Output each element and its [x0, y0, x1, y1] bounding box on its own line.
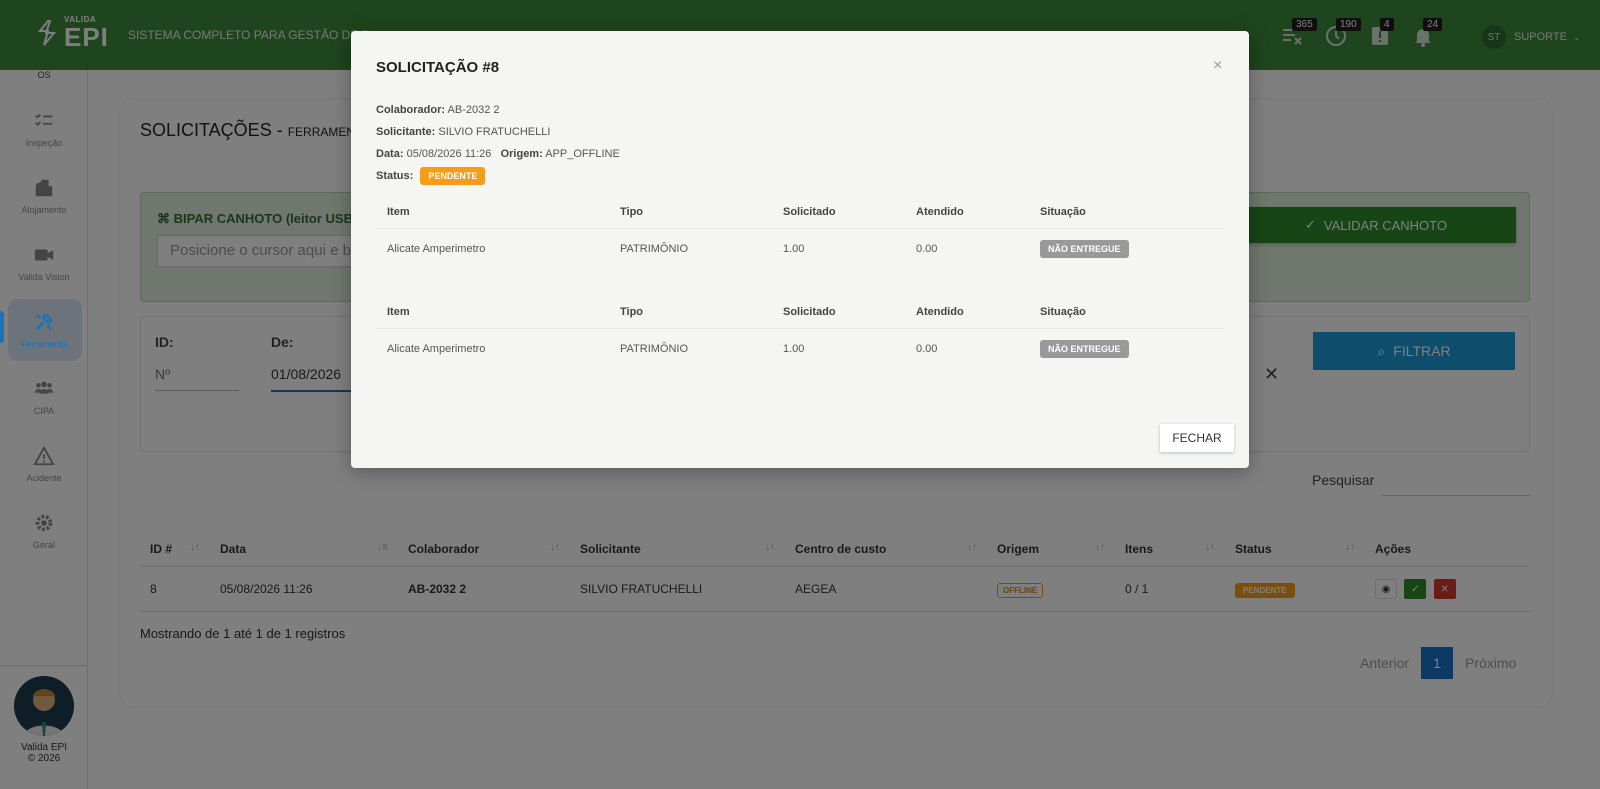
info-label: Colaborador: — [376, 104, 446, 116]
cell-solicitado: 1.00 — [772, 328, 905, 369]
items-table: Item Tipo Solicitado Atendido Situação A… — [376, 296, 1224, 369]
info-value: APP_OFFLINE — [545, 148, 620, 160]
items-table: Item Tipo Solicitado Atendido Situação A… — [376, 196, 1224, 269]
sidebar-item-label: CIPA — [33, 406, 55, 416]
cell-tipo: PATRIMÔNIO — [609, 228, 772, 269]
info-status: Status: PENDENTE — [376, 167, 486, 185]
col-header-tipo: Tipo — [620, 306, 644, 318]
info-label: Solicitante: — [376, 126, 436, 138]
users-group-icon — [34, 381, 54, 394]
situacao-badge: NÃO ENTREGUE — [1040, 340, 1129, 358]
cell-situacao: NÃO ENTREGUE — [1029, 228, 1224, 269]
cell-solicitado: 1.00 — [772, 228, 905, 269]
col-header-situacao: Situação — [1040, 206, 1086, 218]
col-header-situacao: Situação — [1040, 306, 1086, 318]
table-row: Alicate Amperimetro PATRIMÔNIO 1.00 0.00… — [376, 228, 1224, 269]
cell-item: Alicate Amperimetro — [376, 228, 609, 269]
building-icon — [35, 179, 53, 197]
warning-icon — [33, 445, 55, 466]
checklist-icon — [35, 113, 53, 126]
gear-icon — [35, 514, 53, 532]
cell-atendido: 0.00 — [905, 228, 1029, 269]
situacao-badge: NÃO ENTREGUE — [1040, 240, 1129, 258]
fechar-button[interactable]: FECHAR — [1160, 424, 1234, 452]
sidebar-item-label: Inspeção — [25, 138, 63, 148]
col-header-item: Item — [387, 206, 410, 218]
col-header-solicitado: Solicitado — [783, 306, 836, 318]
modal-title: SOLICITAÇÃO #8 — [376, 59, 500, 76]
sidebar-item-label: Geral — [32, 540, 55, 550]
sidebar-item-label: Valida Vision — [18, 272, 70, 282]
table-row: Alicate Amperimetro PATRIMÔNIO 1.00 0.00… — [376, 328, 1224, 369]
info-data-origem: Data: 05/08/2026 11:26 Origem: APP_OFFLI… — [376, 148, 620, 160]
sidebar-item-label: Ferramenta — [20, 339, 68, 349]
active-indicator — [0, 311, 4, 343]
col-header-solicitado: Solicitado — [783, 206, 836, 218]
cell-item: Alicate Amperimetro — [376, 328, 609, 369]
col-header-atendido: Atendido — [916, 206, 964, 218]
info-label: Data: — [376, 148, 404, 160]
tools-icon — [35, 313, 53, 331]
cell-atendido: 0.00 — [905, 328, 1029, 369]
video-camera-icon — [34, 249, 54, 261]
info-value: 05/08/2026 11:26 — [406, 148, 492, 160]
solicitacao-modal: SOLICITAÇÃO #8 × Colaborador: AB-2032 2 … — [351, 31, 1249, 468]
col-header-item: Item — [387, 306, 410, 318]
cell-situacao: NÃO ENTREGUE — [1029, 328, 1224, 369]
info-colaborador: Colaborador: AB-2032 2 — [376, 104, 500, 116]
col-header-tipo: Tipo — [620, 206, 644, 218]
col-header-atendido: Atendido — [916, 306, 964, 318]
sidebar-item-label: Acidente — [26, 473, 62, 483]
info-label: Status: — [376, 170, 414, 182]
sidebar-item-label: Alojamento — [21, 205, 67, 215]
cell-tipo: PATRIMÔNIO — [609, 328, 772, 369]
info-solicitante: Solicitante: SILVIO FRATUCHELLI — [376, 126, 550, 138]
close-icon[interactable]: × — [1213, 57, 1222, 75]
info-value: SILVIO FRATUCHELLI — [438, 126, 551, 138]
info-value: AB-2032 2 — [447, 104, 500, 116]
status-badge: PENDENTE — [420, 167, 486, 185]
info-label: Origem: — [500, 148, 543, 160]
